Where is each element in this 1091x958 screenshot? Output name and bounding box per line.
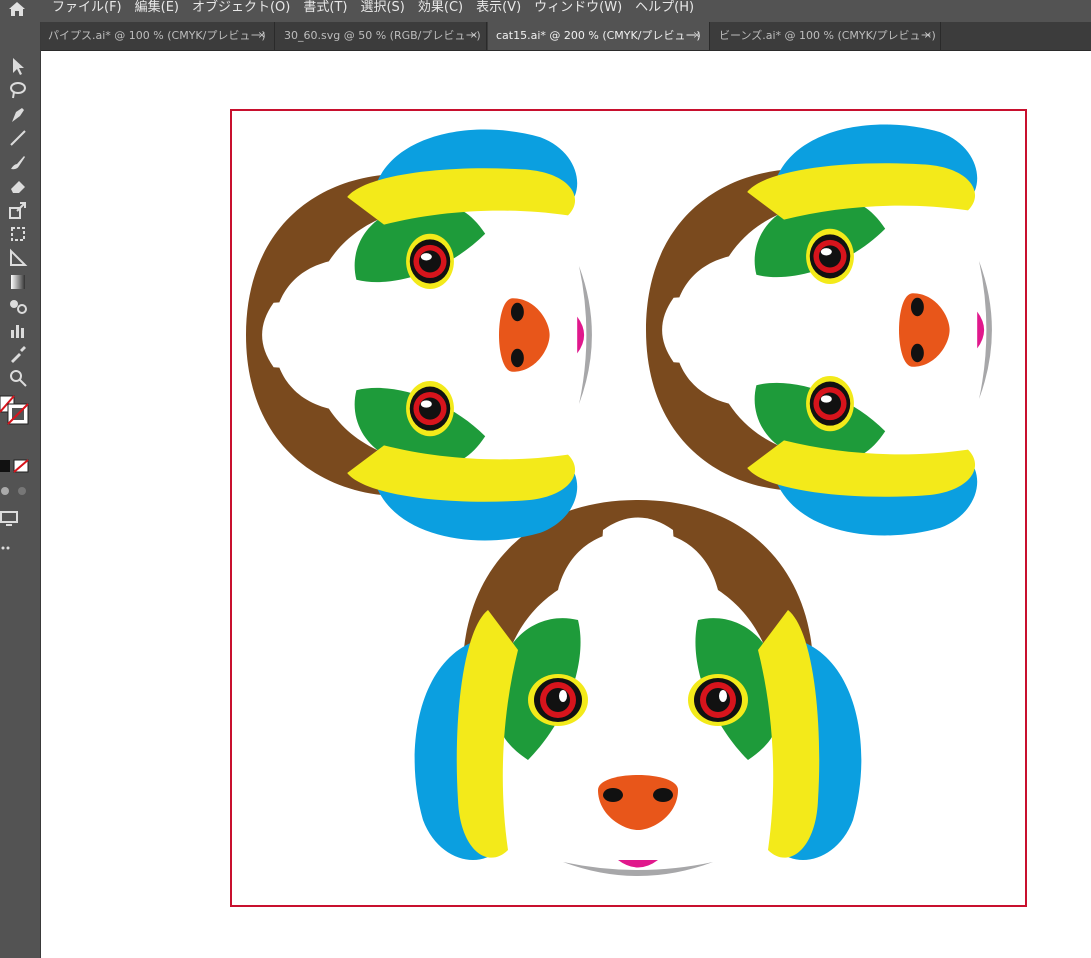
dog-face-top-left[interactable] (246, 129, 592, 541)
dog-face-bottom[interactable] (414, 500, 862, 876)
artwork[interactable] (0, 0, 1091, 958)
dog-face-top-right[interactable] (646, 124, 992, 536)
